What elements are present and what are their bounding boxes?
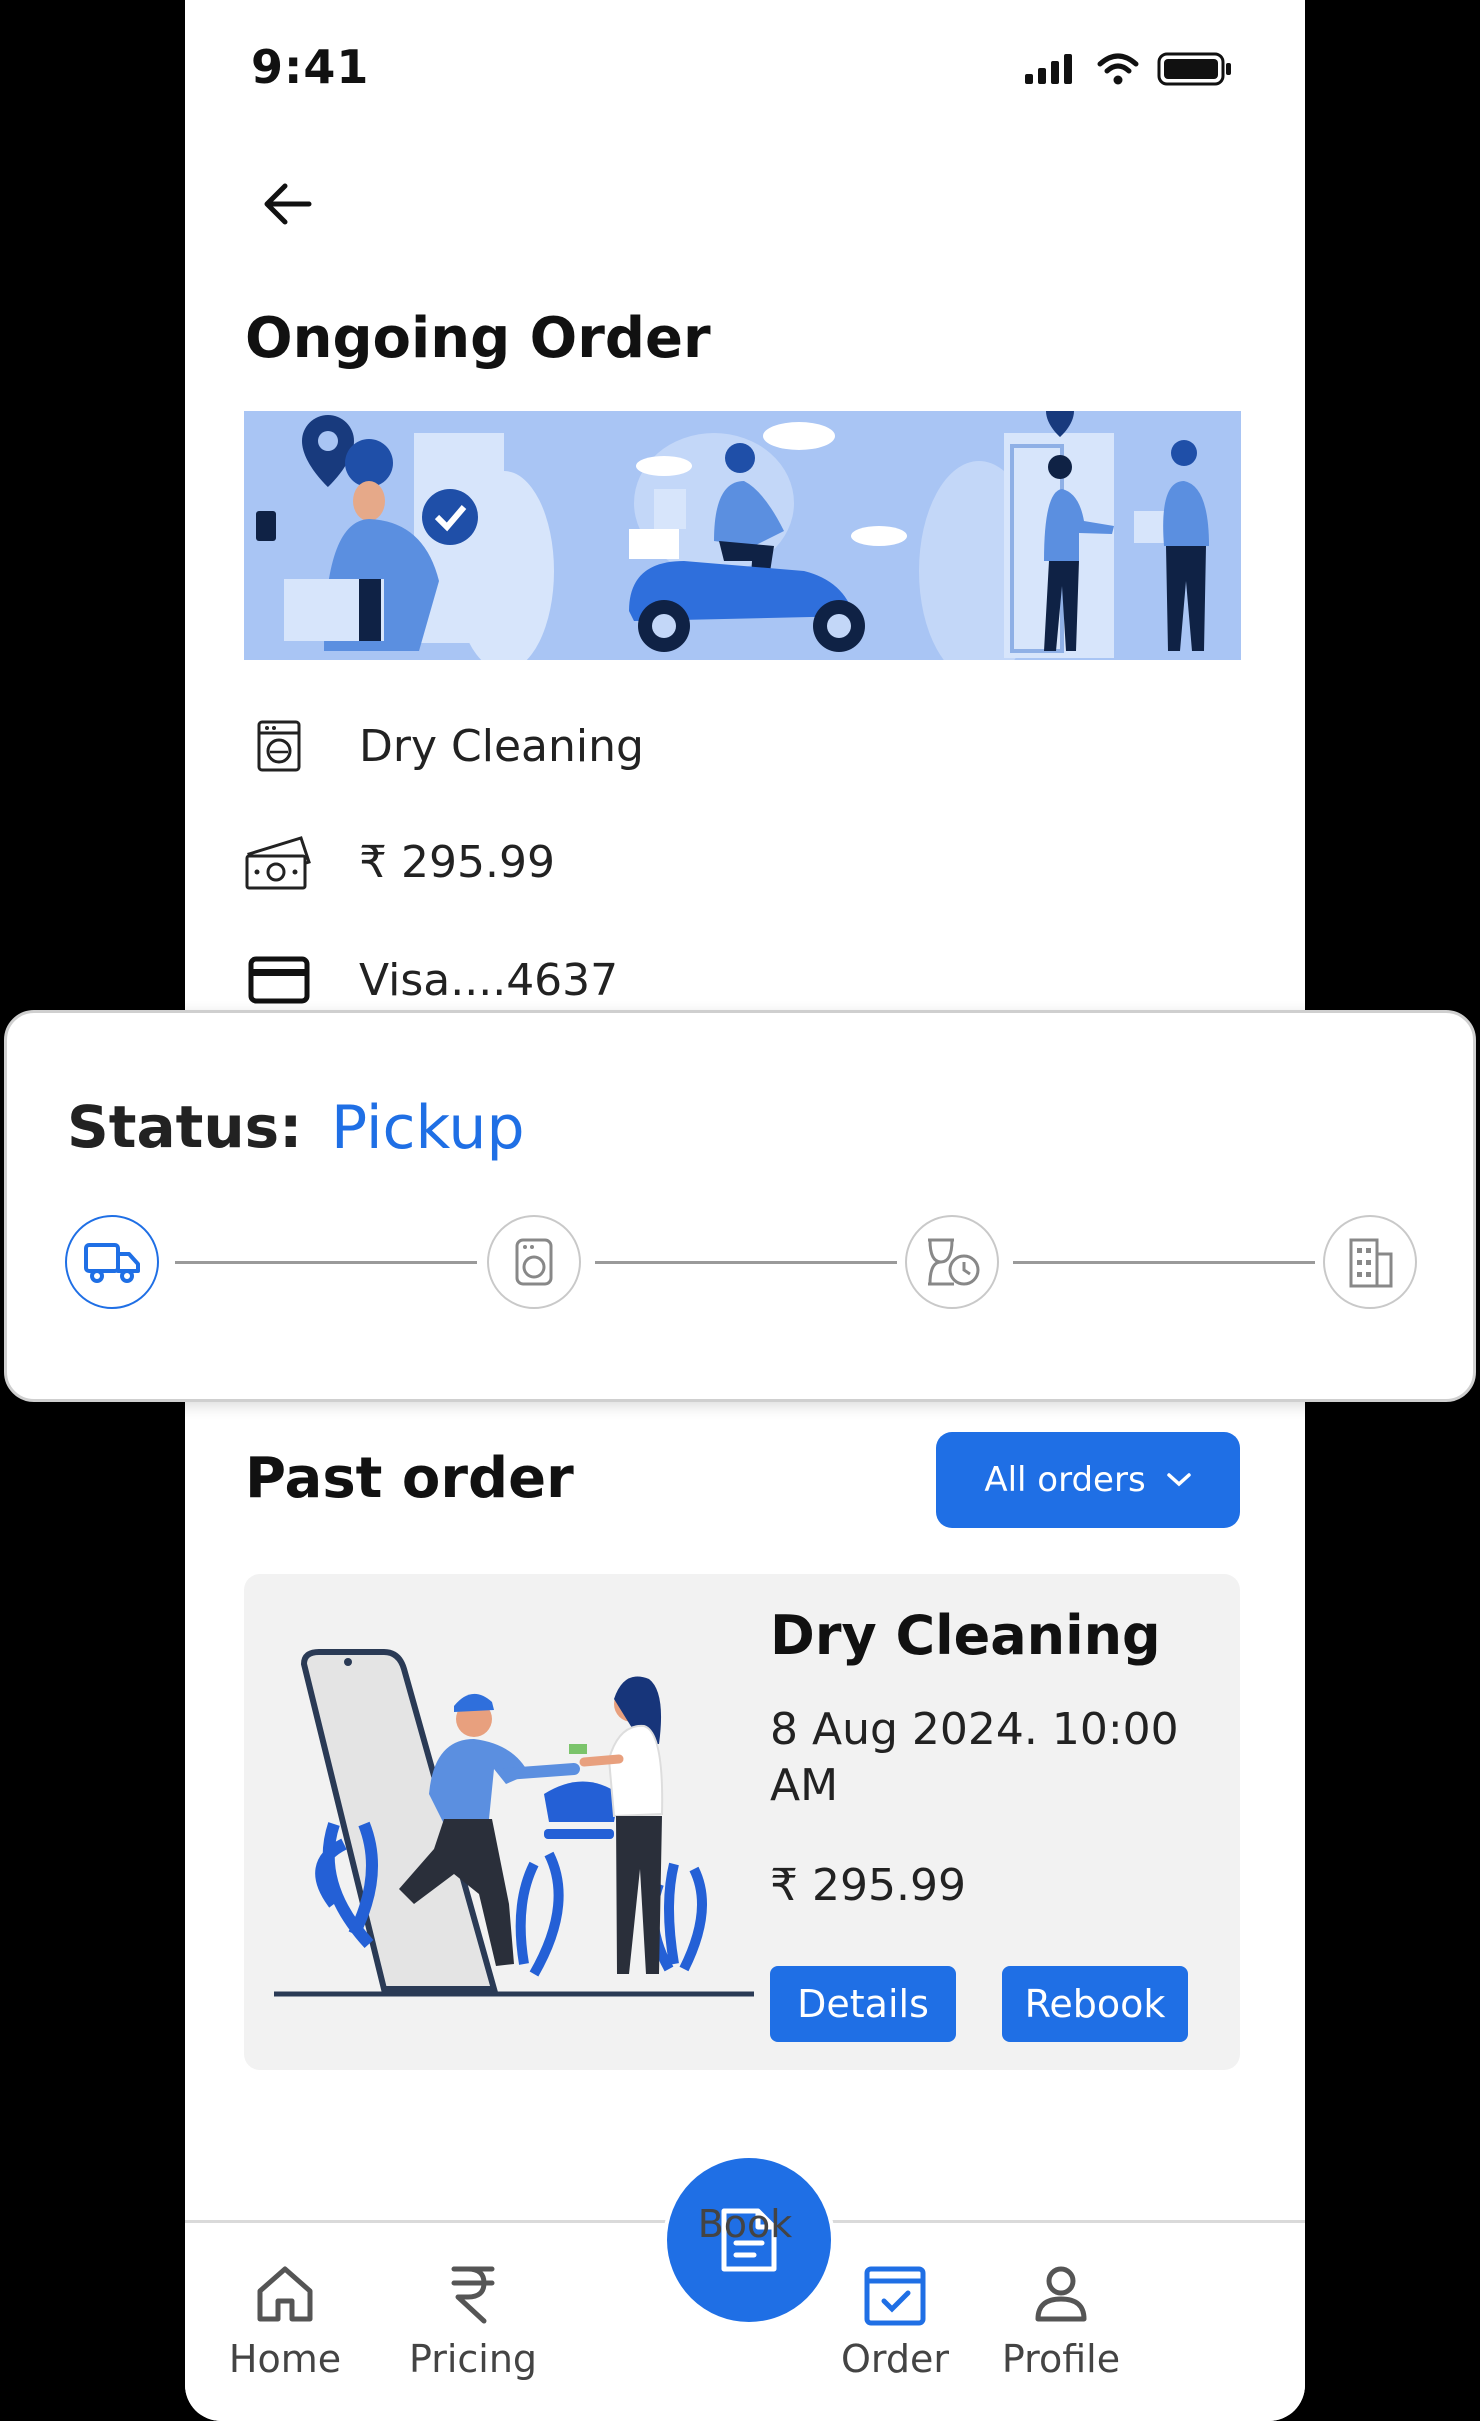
cash-icon xyxy=(245,836,311,890)
delivery-building-icon xyxy=(1349,1238,1393,1288)
step-delivered xyxy=(1323,1215,1417,1309)
past-order-date: 8 Aug 2024. 10:00 AM xyxy=(770,1704,1179,1811)
past-order-service: Dry Cleaning xyxy=(770,1604,1161,1667)
delivery-banner-illustration xyxy=(244,411,1241,660)
nav-home-label: Home xyxy=(228,2337,342,2381)
chevron-down-icon xyxy=(1166,1473,1191,1487)
page-title: Ongoing Order xyxy=(245,306,711,371)
nav-home[interactable]: Home xyxy=(215,2261,355,2381)
step-connector xyxy=(175,1261,477,1264)
washing-machine-icon xyxy=(257,720,301,772)
nav-order[interactable]: Order xyxy=(825,2261,965,2381)
delivery-handoff-illustration xyxy=(274,1649,754,1997)
status-bar: 9:41 xyxy=(185,0,1305,130)
status-time: 9:41 xyxy=(251,40,370,94)
service-row: Dry Cleaning xyxy=(243,710,644,782)
past-order-title: Past order xyxy=(245,1446,574,1511)
filter-label: All orders xyxy=(984,1460,1146,1500)
status-value: Pickup xyxy=(331,1093,525,1163)
past-order-amount: ₹ 295.99 xyxy=(770,1860,966,1911)
signal-icon xyxy=(1025,54,1072,84)
credit-card-icon xyxy=(248,956,310,1004)
nav-pricing[interactable]: Pricing xyxy=(403,2261,543,2381)
rupee-icon xyxy=(451,2266,495,2324)
payment-row: Visa....4637 xyxy=(243,944,618,1016)
pickup-truck-icon xyxy=(84,1243,140,1283)
user-icon xyxy=(1035,2266,1087,2322)
nav-book-label: Book xyxy=(697,2202,793,2246)
system-icons xyxy=(1025,52,1233,86)
amount-row: ₹ 295.99 xyxy=(243,826,555,898)
step-processing xyxy=(905,1215,999,1309)
back-button[interactable] xyxy=(253,168,325,240)
home-icon xyxy=(257,2266,313,2322)
step-connector xyxy=(1013,1261,1315,1264)
nav-pricing-label: Pricing xyxy=(408,2337,538,2381)
step-pickup xyxy=(65,1215,159,1309)
nav-order-label: Order xyxy=(841,2337,949,2381)
past-order-card: Dry Cleaning 8 Aug 2024. 10:00 AM ₹ 295.… xyxy=(244,1574,1240,2070)
all-orders-dropdown[interactable]: All orders xyxy=(936,1432,1240,1528)
service-name: Dry Cleaning xyxy=(359,720,644,772)
payment-method: Visa....4637 xyxy=(359,954,619,1006)
wifi-icon xyxy=(1097,53,1139,85)
order-status-card: Status: Pickup xyxy=(4,1010,1476,1402)
nav-profile[interactable]: Profile xyxy=(991,2261,1131,2381)
nav-profile-label: Profile xyxy=(1001,2337,1121,2381)
step-connector xyxy=(595,1261,897,1264)
processing-clock-icon xyxy=(928,1238,980,1286)
calendar-check-icon xyxy=(864,2266,926,2326)
rebook-button[interactable]: Rebook xyxy=(1002,1966,1188,2042)
details-button[interactable]: Details xyxy=(770,1966,956,2042)
arrow-left-icon xyxy=(264,183,312,225)
order-amount: ₹ 295.99 xyxy=(359,836,555,888)
status-label: Status: xyxy=(67,1093,303,1161)
battery-icon xyxy=(1157,52,1231,86)
washing-machine-icon xyxy=(515,1238,553,1286)
step-washing xyxy=(487,1215,581,1309)
